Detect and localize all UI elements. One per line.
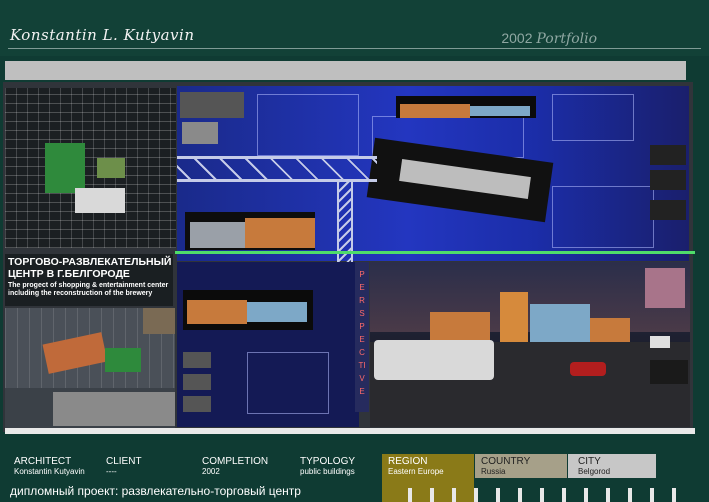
lower-left-sheet xyxy=(177,262,359,427)
footer-caption: дипломный проект: развлекательно-торговы… xyxy=(10,484,301,498)
site-photo xyxy=(180,92,244,118)
section-green-line xyxy=(175,251,695,254)
building-glass xyxy=(530,304,590,342)
country-value: Russia xyxy=(481,467,506,476)
architect-value: Konstantin Kutyavin xyxy=(14,467,85,476)
truss-structure xyxy=(177,156,377,182)
building-render xyxy=(400,104,470,118)
portfolio-title: 2002 Portfolio xyxy=(501,30,597,47)
region-label: REGION xyxy=(388,456,428,467)
portfolio-word: Portfolio xyxy=(536,31,597,47)
floor-plan xyxy=(257,94,359,156)
site-model-green xyxy=(105,348,141,372)
building-render xyxy=(187,300,247,324)
architect-label: ARCHITECT xyxy=(14,456,72,467)
thumbnail xyxy=(183,396,211,412)
perspective-label: PERSPECTIVE xyxy=(358,270,366,396)
portfolio-year: 2002 xyxy=(501,30,533,46)
night-thumbnail xyxy=(650,360,688,384)
completion-value: 2002 xyxy=(202,467,220,476)
floor-plan xyxy=(247,352,329,414)
location-photo xyxy=(143,308,175,334)
building-render xyxy=(245,218,315,248)
client-value: ---- xyxy=(106,467,117,476)
thumbnail xyxy=(183,352,211,368)
top-gray-bar xyxy=(5,61,686,80)
country-box: COUNTRY Russia xyxy=(475,454,567,478)
floor-plan xyxy=(552,186,654,248)
info-region: REGION Eastern Europe xyxy=(388,456,444,478)
typology-label: TYPOLOGY xyxy=(300,456,356,467)
author-name: Konstantin L. Kutyavin xyxy=(10,26,195,44)
building-glass xyxy=(470,106,530,116)
night-thumbnail xyxy=(650,170,686,190)
building-tower xyxy=(500,292,528,342)
map-green-zone xyxy=(97,158,125,178)
map-building-footprint xyxy=(75,188,125,213)
bottom-left-panel xyxy=(5,308,175,428)
brewery-photo xyxy=(53,392,175,426)
typology-value: public buildings xyxy=(300,467,355,476)
info-country: COUNTRY Russia xyxy=(481,456,530,478)
building-render xyxy=(190,222,245,248)
site-photo xyxy=(182,122,218,144)
building-glass xyxy=(247,302,307,322)
car xyxy=(570,362,606,376)
perspective-render xyxy=(370,262,690,427)
info-client: CLIENT ---- xyxy=(106,456,142,478)
night-thumbnail xyxy=(650,200,686,220)
header-divider xyxy=(8,48,701,49)
client-label: CLIENT xyxy=(106,456,142,467)
building-render xyxy=(430,312,490,342)
map-green-zone xyxy=(45,143,85,193)
city-label: CITY xyxy=(578,456,601,467)
site-map-image xyxy=(5,88,176,248)
city-value: Belgorod xyxy=(578,467,611,476)
completion-label: COMPLETION xyxy=(202,456,269,467)
footer-ticks xyxy=(408,488,678,502)
floor-plan xyxy=(552,94,634,141)
project-title-ru: Торгово-развлекательный центр в г.Белгор… xyxy=(8,256,172,280)
info-completion: COMPLETION 2002 xyxy=(202,456,268,478)
building-render xyxy=(590,318,630,342)
region-value: Eastern Europe xyxy=(388,467,444,476)
info-architect: ARCHITECT Konstantin Kutyavin xyxy=(14,456,85,478)
aerial-render xyxy=(645,268,685,308)
city-box: CITY Belgorod xyxy=(568,454,656,478)
project-title-en: The progect of shopping & entertainment … xyxy=(8,282,169,297)
bus-distant xyxy=(650,336,670,348)
night-thumbnail xyxy=(650,145,686,165)
map-streets xyxy=(5,88,176,248)
bottom-white-band xyxy=(5,428,695,434)
thumbnail xyxy=(183,374,211,390)
bus xyxy=(374,340,494,380)
info-typology: TYPOLOGY public buildings xyxy=(300,456,355,478)
country-label: COUNTRY xyxy=(481,456,531,467)
